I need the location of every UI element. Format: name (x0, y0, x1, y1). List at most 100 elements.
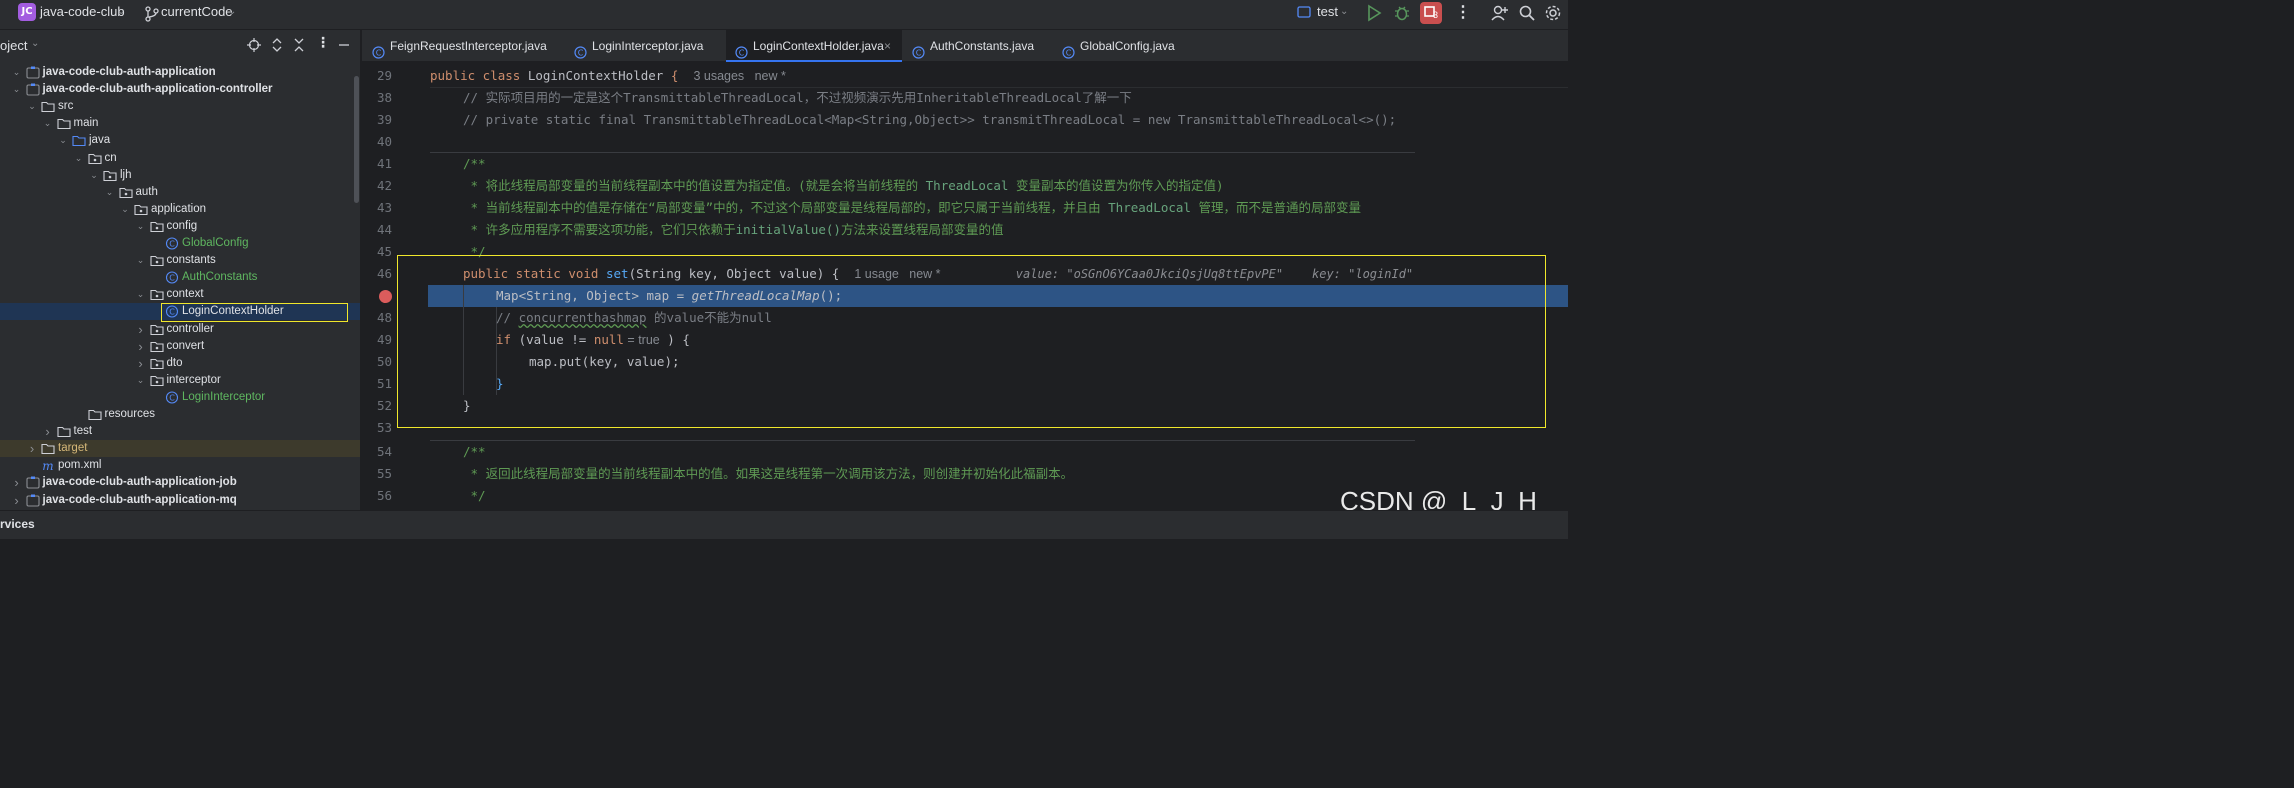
line-number[interactable]: 43 (362, 197, 392, 219)
chevron-down-icon[interactable]: ⌄ (136, 286, 146, 303)
tree-item[interactable]: C GlobalConfig (0, 235, 360, 252)
tree-item[interactable]: resources (0, 406, 360, 423)
tree-item[interactable]: ⌄ config (0, 218, 360, 235)
settings-icon[interactable] (1543, 3, 1563, 23)
code-editor[interactable]: 2938394041424344454647484950515253545556… (362, 63, 1568, 510)
tab-auth-constants[interactable]: C AuthConstants.java (912, 30, 1062, 62)
tab-feign-request-interceptor[interactable]: C FeignRequestInterceptor.java (372, 30, 562, 62)
branch-icon[interactable] (142, 4, 162, 24)
chevron-down-icon[interactable]: ⌄ (136, 252, 146, 269)
tree-item[interactable]: › target (0, 440, 360, 458)
tree-item[interactable]: ⌄ context (0, 286, 360, 303)
chevron-down-icon[interactable]: ⌄ (31, 38, 39, 49)
chevron-down-icon[interactable]: ⌄ (1340, 6, 1348, 17)
tree-item[interactable]: ⌄ main (0, 115, 360, 132)
line-number[interactable]: 40 (362, 131, 392, 153)
more-actions-icon[interactable]: ⋮ (1455, 2, 1471, 22)
chevron-right-icon[interactable]: › (12, 492, 22, 509)
tree-item[interactable]: ⌄ java (0, 132, 360, 149)
run-config-name[interactable]: test (1317, 4, 1338, 19)
tree-item[interactable]: › controller (0, 321, 360, 338)
branch-name[interactable]: currentCode (161, 4, 233, 19)
line-number[interactable]: 45 (362, 241, 392, 263)
services-label[interactable]: rvices (0, 517, 35, 531)
tree-item[interactable]: m pom.xml (0, 457, 360, 474)
add-user-icon[interactable] (1490, 3, 1510, 23)
chevron-down-icon[interactable]: ⌄ (58, 132, 68, 149)
tree-item[interactable]: ⌄ cn (0, 150, 360, 167)
chevron-right-icon[interactable]: › (136, 355, 146, 372)
line-number[interactable]: 48 (362, 307, 392, 329)
tree-item[interactable]: ⌄ application (0, 201, 360, 218)
chevron-right-icon[interactable]: › (43, 423, 53, 440)
chevron-down-icon[interactable]: ⌄ (89, 167, 99, 184)
tree-item[interactable]: › dto (0, 355, 360, 372)
line-number[interactable]: 49 (362, 329, 392, 351)
line-number[interactable]: 38 (362, 87, 392, 109)
line-number[interactable]: 56 (362, 485, 392, 507)
expand-all-icon[interactable] (270, 38, 284, 52)
line-number[interactable]: 50 (362, 351, 392, 373)
chevron-down-icon[interactable]: ⌄ (105, 184, 115, 201)
tree-item[interactable]: › test (0, 423, 360, 440)
chevron-down-icon[interactable]: ⌄ (74, 150, 84, 167)
line-number[interactable]: 51 (362, 373, 392, 395)
project-badge[interactable]: JC (18, 3, 36, 21)
chevron-down-icon[interactable]: ⌄ (12, 64, 22, 81)
chevron-right-icon[interactable]: › (136, 321, 146, 338)
run-icon[interactable] (1364, 3, 1384, 23)
close-icon[interactable]: × (884, 30, 891, 62)
breakpoint-icon[interactable] (379, 290, 392, 303)
chevron-down-icon[interactable]: ⌄ (117, 6, 125, 17)
stop-icon[interactable] (1420, 2, 1442, 24)
line-number[interactable]: 29 (362, 65, 392, 87)
tree-item[interactable]: ⌄ src (0, 98, 360, 115)
tree-item[interactable]: C AuthConstants (0, 269, 360, 286)
chevron-down-icon[interactable]: ⌄ (43, 115, 53, 132)
line-number[interactable]: 42 (362, 175, 392, 197)
chevron-down-icon[interactable]: ⌄ (120, 201, 130, 218)
tree-item[interactable]: ⌄ constants (0, 252, 360, 269)
chevron-down-icon[interactable]: ⌄ (228, 6, 236, 17)
chevron-right-icon[interactable]: › (136, 338, 146, 355)
tree-item[interactable]: ⌄ interceptor (0, 372, 360, 389)
class-icon: C (1062, 39, 1075, 59)
line-number[interactable]: 55 (362, 463, 392, 485)
project-name[interactable]: java-code-club (40, 4, 125, 19)
tree-item-label: config (166, 219, 198, 232)
line-number[interactable]: 39 (362, 109, 392, 131)
debug-icon[interactable] (1392, 3, 1412, 23)
chevron-down-icon[interactable]: ⌄ (136, 372, 146, 389)
tree-item[interactable]: C LoginInterceptor (0, 389, 360, 406)
tree-item[interactable]: › java-code-club-auth-application-job (0, 474, 360, 491)
chevron-down-icon[interactable]: ⌄ (27, 98, 37, 115)
chevron-down-icon[interactable]: ⌄ (136, 218, 146, 235)
locate-icon[interactable] (247, 38, 261, 52)
module-icon (25, 476, 40, 489)
chevron-down-icon[interactable]: ⌄ (12, 81, 22, 98)
options-icon[interactable]: ⋮ (316, 35, 330, 51)
tree-item[interactable]: ⌄ java-code-club-auth-application-control… (0, 81, 360, 98)
line-number[interactable]: 52 (362, 395, 392, 417)
tree-item[interactable]: ⌄ ljh (0, 167, 360, 184)
tab-login-context-holder[interactable]: C LoginContextHolder.java × (726, 30, 902, 62)
search-icon[interactable] (1517, 3, 1537, 23)
tab-login-interceptor[interactable]: C LoginInterceptor.java (574, 30, 724, 62)
collapse-all-icon[interactable] (292, 38, 306, 52)
line-number[interactable]: 44 (362, 219, 392, 241)
tab-global-config[interactable]: C GlobalConfig.java (1062, 30, 1202, 62)
chevron-right-icon[interactable]: › (27, 440, 37, 457)
run-config-icon[interactable] (1297, 5, 1311, 19)
hide-panel-icon[interactable] (337, 38, 351, 52)
tree-item[interactable]: ⌄ auth (0, 184, 360, 201)
tree-item[interactable]: ⌄ java-code-club-auth-application (0, 64, 360, 81)
line-number[interactable]: 41 (362, 153, 392, 175)
line-number[interactable]: 53 (362, 417, 392, 439)
project-panel-title[interactable]: oject (0, 38, 27, 53)
tree-item[interactable]: › java-code-club-auth-application-mq (0, 492, 360, 509)
line-number[interactable]: 54 (362, 441, 392, 463)
chevron-right-icon[interactable]: › (12, 474, 22, 491)
line-number[interactable]: 46 (362, 263, 392, 285)
tree-item[interactable]: › convert (0, 338, 360, 355)
tree-scrollbar[interactable] (354, 76, 359, 203)
